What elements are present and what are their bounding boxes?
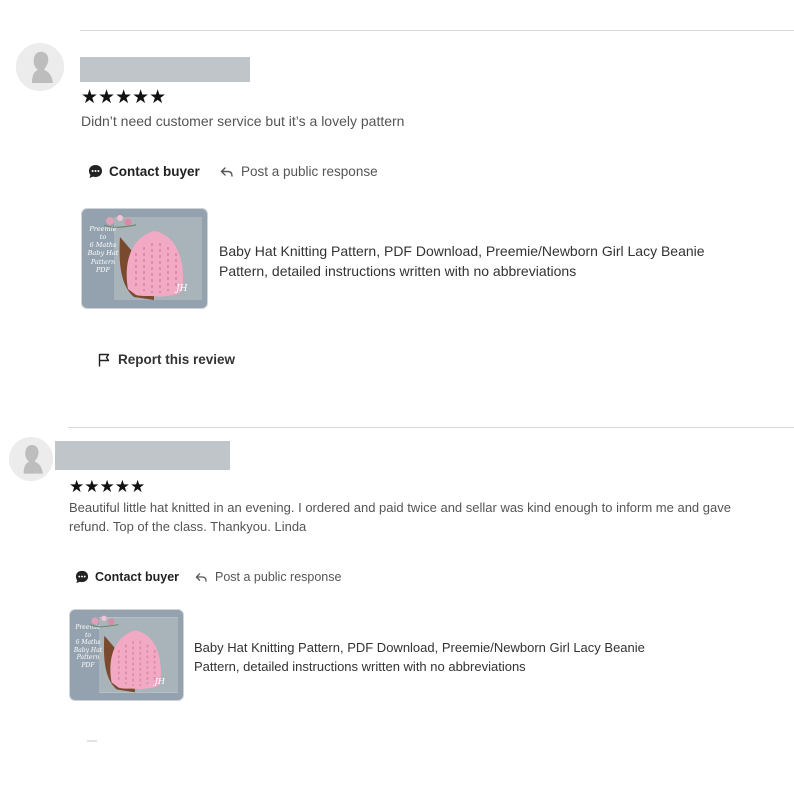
listing-title-line: Baby Hat Knitting Pattern, PDF Download,… bbox=[219, 243, 705, 259]
chat-bubble-icon bbox=[88, 164, 103, 179]
listing-title-line: Pattern, detailed instructions written w… bbox=[194, 658, 526, 674]
flower-decoration-icon bbox=[103, 215, 137, 228]
review-text-line: refund. Top of the class. Thankyou. Lind… bbox=[69, 518, 307, 534]
thumbnail-caption: Preemie to 6 Maths Baby Hat Pattern PDF bbox=[87, 225, 119, 274]
svg-text:JH: JH bbox=[174, 284, 188, 294]
flag-icon bbox=[98, 353, 110, 367]
person-silhouette-icon bbox=[16, 43, 64, 91]
review-divider bbox=[68, 427, 794, 428]
post-public-response-button[interactable]: Post a public response bbox=[195, 570, 341, 584]
cropped-element bbox=[86, 734, 98, 748]
flower-decoration-icon bbox=[89, 615, 119, 628]
thumbnail-caption: Preemie to 6 Maths Baby Hat Pattern PDF bbox=[73, 624, 103, 669]
reply-arrow-icon bbox=[220, 166, 233, 178]
review-text-line: Beautiful little hat knitted in an eveni… bbox=[69, 500, 731, 515]
contact-buyer-button[interactable]: Contact buyer bbox=[75, 570, 179, 584]
reviewer-avatar[interactable] bbox=[16, 43, 64, 91]
star-rating: ★★★★★ bbox=[69, 477, 146, 497]
listing-thumbnail[interactable]: JH Preemie to 6 Maths Baby Hat Pattern PDF bbox=[69, 609, 184, 701]
listing-title-line: Pattern, detailed instructions written w… bbox=[219, 263, 577, 280]
top-divider bbox=[80, 30, 794, 31]
reply-arrow-icon bbox=[195, 572, 207, 583]
person-silhouette-icon bbox=[9, 437, 53, 481]
chat-bubble-icon bbox=[75, 570, 89, 584]
reviewer-avatar[interactable] bbox=[9, 437, 53, 481]
star-rating: ★★★★★ bbox=[81, 86, 167, 108]
listing-title[interactable]: Baby Hat Knitting Pattern, PDF Download,… bbox=[219, 241, 779, 282]
reviewer-name-redacted bbox=[80, 57, 250, 82]
contact-buyer-label: Contact buyer bbox=[95, 570, 180, 584]
reviewer-name-redacted bbox=[55, 441, 230, 470]
svg-text:JH: JH bbox=[153, 677, 166, 686]
report-review-button[interactable]: Report this review bbox=[98, 352, 235, 367]
post-public-response-button[interactable]: Post a public response bbox=[220, 164, 378, 179]
post-public-response-label: Post a public response bbox=[241, 164, 378, 179]
review-text: Beautiful little hat knitted in an eveni… bbox=[69, 499, 789, 537]
listing-thumbnail[interactable]: JH Preemie to 6 Maths Baby Hat Pattern PDF bbox=[81, 208, 208, 309]
contact-buyer-label: Contact buyer bbox=[109, 164, 200, 179]
listing-title[interactable]: Baby Hat Knitting Pattern, PDF Download,… bbox=[194, 639, 754, 677]
report-review-label: Report this review bbox=[118, 352, 236, 367]
post-public-response-label: Post a public response bbox=[215, 570, 342, 584]
contact-buyer-button[interactable]: Contact buyer bbox=[88, 164, 200, 179]
listing-title-line: Baby Hat Knitting Pattern, PDF Download,… bbox=[194, 640, 645, 655]
review-text: Didn’t need customer service but it’s a … bbox=[81, 113, 405, 129]
